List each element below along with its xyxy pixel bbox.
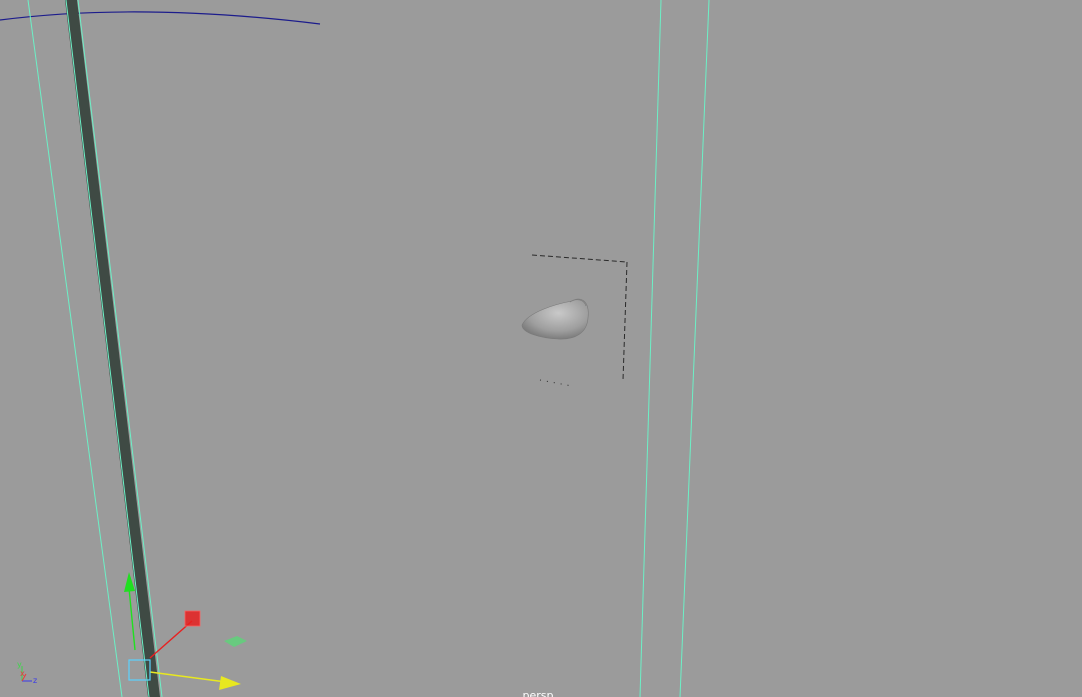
nurbs-curve-right-a[interactable] <box>639 0 662 697</box>
axis-label-z: z <box>33 676 37 685</box>
manipulator-x-handle[interactable] <box>184 610 201 627</box>
selected-column[interactable] <box>65 0 160 697</box>
horizon-curve[interactable] <box>0 11 321 25</box>
manipulator-x-axis[interactable] <box>149 620 193 659</box>
axis-label-x: x <box>20 669 25 678</box>
manipulator-z-arrowhead[interactable] <box>219 676 241 690</box>
persp-viewport[interactable]: y x z persp <box>0 0 1082 697</box>
manipulator-y-arrowhead[interactable] <box>124 572 135 592</box>
manipulator-plane-handle[interactable] <box>224 636 247 647</box>
camera-name-label: persp <box>522 689 554 697</box>
manipulator-z-axis[interactable] <box>149 671 227 683</box>
mesh-object[interactable] <box>521 298 589 340</box>
view-axis-indicator: y x z <box>17 660 37 685</box>
viewport-canvas[interactable]: y x z <box>0 0 1082 697</box>
nurbs-curve-left-inner[interactable] <box>77 0 163 697</box>
manipulator-y-axis[interactable] <box>128 587 136 651</box>
axis-label-y: y <box>17 660 22 669</box>
nurbs-curve-right-b[interactable] <box>679 0 710 697</box>
